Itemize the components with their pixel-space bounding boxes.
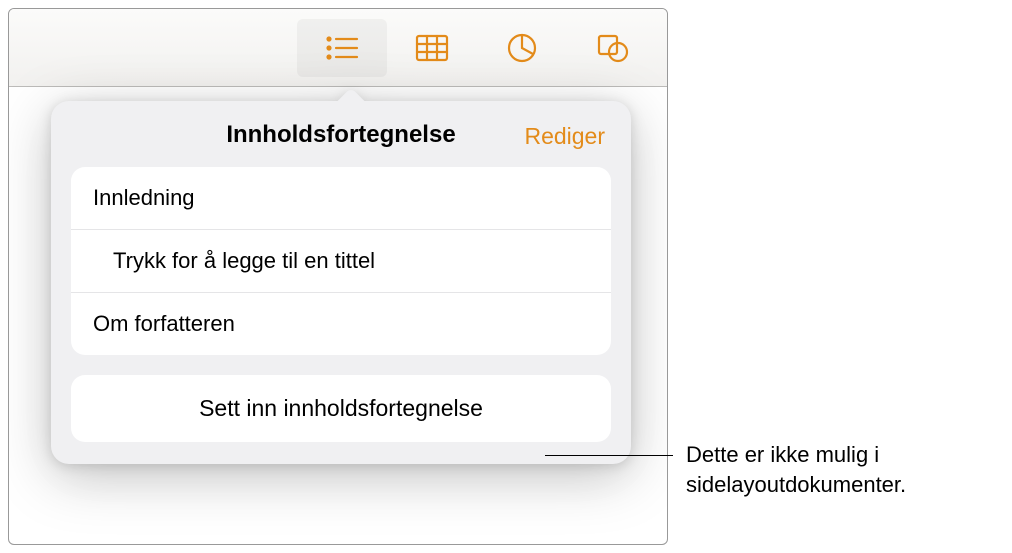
table-icon	[411, 30, 453, 66]
edit-button[interactable]: Rediger	[524, 123, 605, 150]
callout-leader-line	[545, 455, 673, 456]
shape-icon	[591, 30, 633, 66]
toolbar-shape-button[interactable]	[567, 19, 657, 77]
toolbar-table-button[interactable]	[387, 19, 477, 77]
callout-text: Dette er ikke mulig i sidelayoutdokument…	[686, 440, 996, 499]
toolbar-list-button[interactable]	[297, 19, 387, 77]
toc-popover: Innholdsfortegnelse Rediger Innledning T…	[51, 101, 631, 464]
toc-item[interactable]: Innledning	[71, 167, 611, 230]
popover-header: Innholdsfortegnelse Rediger	[71, 121, 611, 149]
chart-icon	[501, 30, 543, 66]
toolbar	[9, 9, 667, 87]
toc-list: Innledning Trykk for å legge til en titt…	[71, 167, 611, 355]
insert-toc-button[interactable]: Sett inn innholdsfortegnelse	[71, 375, 611, 442]
list-icon	[321, 30, 363, 66]
app-window: Innholdsfortegnelse Rediger Innledning T…	[8, 8, 668, 545]
toc-item[interactable]: Om forfatteren	[71, 293, 611, 355]
insert-toc-card: Sett inn innholdsfortegnelse	[71, 375, 611, 442]
popover-arrow	[333, 85, 369, 103]
toolbar-chart-button[interactable]	[477, 19, 567, 77]
popover-title: Innholdsfortegnelse	[226, 121, 455, 149]
toc-item[interactable]: Trykk for å legge til en tittel	[71, 230, 611, 293]
